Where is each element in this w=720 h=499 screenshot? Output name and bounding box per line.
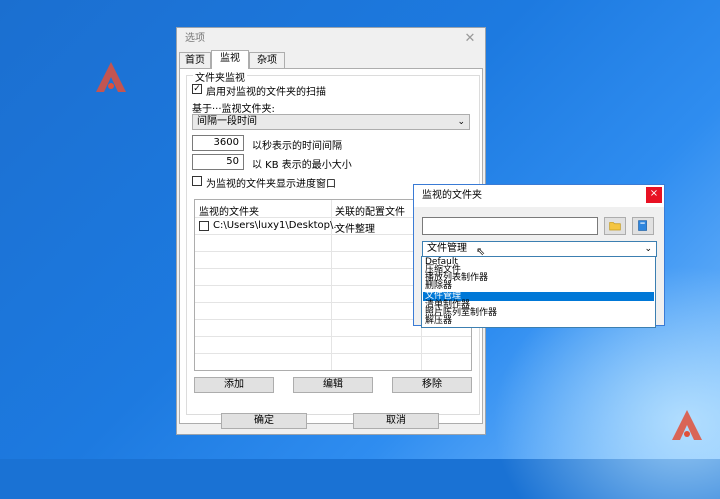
profile-combo[interactable]: 文件管理 ⌄ — [422, 241, 657, 257]
edit-button[interactable]: 编辑 — [293, 377, 373, 393]
logo-icon — [94, 60, 128, 94]
enable-scan-label: 启用对监视的文件夹的扫描 — [206, 87, 326, 98]
browse-folder-button[interactable] — [604, 217, 626, 235]
dropdown-option[interactable]: 解压器 — [423, 317, 654, 326]
interval-input[interactable]: 3600 — [192, 135, 244, 151]
book-icon — [638, 220, 647, 231]
add-button[interactable]: 添加 — [194, 377, 274, 393]
folder-path-input[interactable] — [422, 217, 598, 235]
window-title: 监视的文件夹 — [422, 190, 482, 201]
close-icon[interactable]: × — [646, 187, 662, 203]
ok-button[interactable]: 确定 — [221, 413, 307, 429]
cancel-button[interactable]: 取消 — [353, 413, 439, 429]
remove-button[interactable]: 移除 — [392, 377, 472, 393]
row-divider — [195, 353, 471, 354]
dropdown-option[interactable]: 删除器 — [423, 282, 654, 291]
check-icon: ✓ — [193, 84, 201, 94]
tab-home[interactable]: 首页 — [179, 52, 211, 68]
progress-checkbox[interactable] — [192, 176, 202, 186]
tab-misc[interactable]: 杂项 — [249, 52, 285, 68]
tab-strip: 首页 监视 杂项 — [179, 50, 483, 69]
chevron-down-icon: ⌄ — [457, 117, 465, 127]
min-size-label: 以 KB 表示的最小大小 — [252, 160, 352, 171]
based-on-label: 基于···监视文件夹: — [192, 104, 275, 115]
row-folder-path[interactable]: C:\Users\luxy1\Desktop\... — [213, 220, 343, 231]
based-on-combo[interactable]: 间隔一段时间 ⌄ — [192, 114, 470, 130]
column-header-profile[interactable]: 关联的配置文件 — [335, 203, 405, 218]
tab-monitor[interactable]: 监视 — [211, 50, 249, 69]
profile-dropdown-list[interactable]: Default 压缩文件 播放列表制作器 删除器 文件管理 清单制作器 照片陈列… — [421, 256, 656, 328]
column-header-folder[interactable]: 监视的文件夹 — [199, 203, 259, 218]
interval-label: 以秒表示的时间间隔 — [252, 141, 342, 152]
min-size-input[interactable]: 50 — [192, 154, 244, 170]
based-on-value: 间隔一段时间 — [197, 116, 257, 127]
enable-scan-checkbox[interactable]: ✓ — [192, 84, 202, 94]
logo-icon — [670, 408, 704, 442]
monitored-folder-title-bar: 监视的文件夹 — [414, 185, 664, 207]
window-title: 选项 — [185, 33, 205, 44]
row-checkbox[interactable] — [199, 221, 209, 231]
row-divider — [195, 336, 471, 337]
chevron-down-icon: ⌄ — [644, 244, 652, 254]
profile-book-button[interactable] — [632, 217, 654, 235]
progress-label: 为监视的文件夹显示进度窗口 — [206, 179, 336, 190]
group-title: 文件夹监视 — [193, 69, 247, 84]
folder-icon — [609, 222, 621, 231]
row-profile[interactable]: 文件整理 — [335, 220, 375, 235]
options-title-bar: 选项 — [177, 28, 485, 50]
close-icon[interactable]: ✕ — [455, 28, 485, 50]
profile-selected-value: 文件管理 — [427, 243, 467, 254]
